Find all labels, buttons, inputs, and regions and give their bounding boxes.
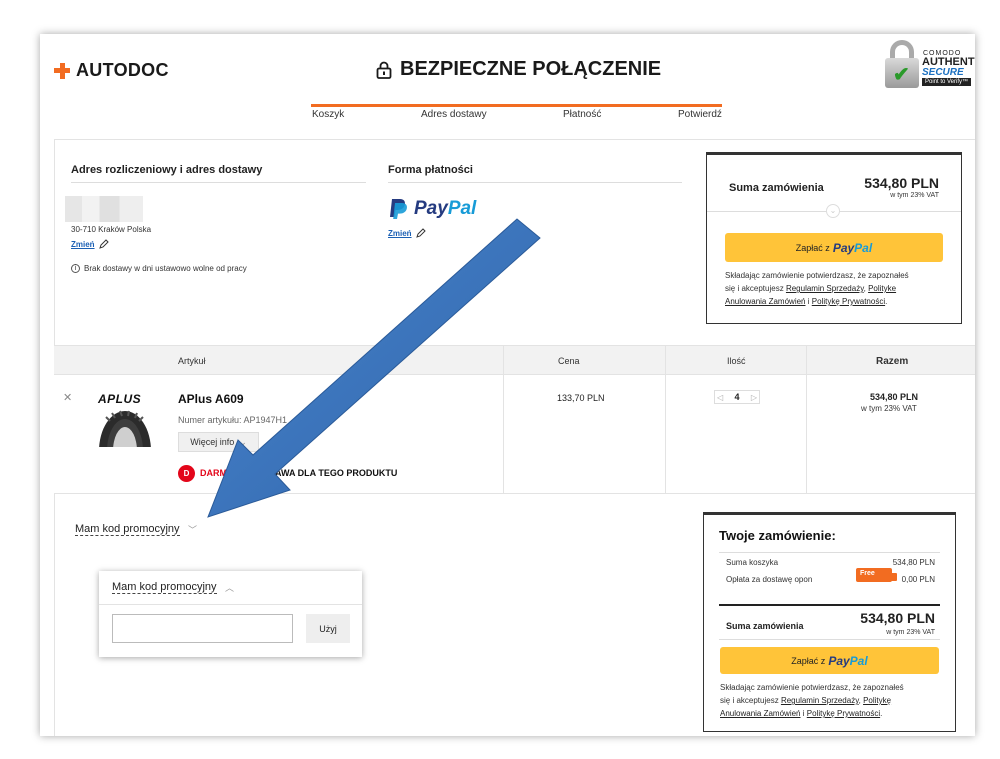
pencil-icon	[98, 239, 109, 249]
secure-connection-title: BEZPIECZNE POŁĄCZENIE	[376, 58, 661, 81]
pencil-icon	[415, 228, 426, 238]
chevron-down-icon[interactable]: ⌄	[826, 204, 840, 218]
cancellation-policy-link-cont[interactable]: Anulowania Zamówień	[725, 297, 806, 306]
address-heading: Adres rozliczeniowy i adres dostawy	[71, 164, 263, 176]
row-total: 534,80 PLN	[869, 392, 919, 402]
more-info-button[interactable]: Więcej info ⌄	[178, 432, 259, 452]
col-price: Cena	[558, 356, 580, 366]
order-summary-box: Suma zamówienia 534,80 PLN w tym 23% VAT…	[706, 152, 962, 324]
cart-sum-value: 534,80 PLN	[892, 558, 935, 567]
address-city: 30-710 Kraków Polska	[71, 225, 152, 234]
paypal-pay-button[interactable]: Zapłać z PayPal	[725, 233, 943, 262]
cart-table-header: Artykuł Cena Ilość Razem	[54, 345, 975, 375]
tyre-image	[99, 410, 151, 447]
logo-text: AUTODOC	[76, 60, 169, 80]
paypal-logo: PayPal	[388, 198, 476, 220]
privacy-policy-link[interactable]: Politykę Prywatności	[812, 297, 885, 306]
apply-promo-button[interactable]: Użyj	[306, 614, 350, 643]
quantity-stepper[interactable]: ◁ 4 ▷	[714, 390, 760, 404]
privacy-policy-link[interactable]: Politykę Prywatności	[807, 709, 880, 718]
shipping-value: 0,00 PLN	[901, 575, 935, 584]
your-order-box: Twoje zamówienie: Suma koszyka 534,80 PL…	[703, 512, 956, 732]
promo-code-toggle[interactable]: Mam kod promocyjny	[75, 523, 180, 536]
terms-text-bottom: Składając zamówienie potwierdzasz, że za…	[720, 683, 904, 718]
checkmark-icon: ✔	[893, 64, 910, 86]
terms-link[interactable]: Regulamin Sprzedaży	[781, 696, 859, 705]
cancellation-policy-link[interactable]: Politykę	[863, 696, 891, 705]
promo-code-input[interactable]	[112, 614, 293, 643]
product-title[interactable]: APlus A609	[178, 392, 244, 406]
col-article: Artykuł	[178, 356, 206, 366]
plus-icon	[54, 62, 70, 79]
padlock-icon	[376, 61, 392, 79]
increase-icon[interactable]: ▷	[751, 393, 757, 402]
decrease-icon[interactable]: ◁	[717, 393, 723, 402]
chevron-down-icon[interactable]: ﹀	[188, 523, 197, 536]
product-sku: Numer artykułu: AP1947H1	[178, 415, 288, 425]
free-delivery-icon: D	[178, 465, 195, 482]
cancellation-policy-link[interactable]: Polityke	[868, 284, 896, 293]
payment-heading: Forma płatności	[388, 164, 473, 176]
brand-logo: APLUS	[98, 392, 142, 406]
terms-link[interactable]: Regulamin Sprzedaży	[786, 284, 864, 293]
step-cart[interactable]: Koszyk	[312, 109, 344, 120]
paypal-pay-button-bottom[interactable]: Zapłać z PayPal	[720, 647, 939, 674]
change-payment-link[interactable]: Zmień	[388, 228, 426, 238]
checkout-page: AUTODOC BEZPIECZNE POŁĄCZENIE ✔ COMODO A…	[40, 34, 975, 736]
quantity-value: 4	[734, 392, 740, 402]
order-total-value: 534,80 PLN	[860, 610, 935, 626]
blurred-address	[65, 196, 143, 222]
free-delivery-truck-icon: Free	[856, 568, 897, 582]
free-delivery-text: DARMOWA DOSTAWA DLA TEGO PRODUKTU	[200, 468, 398, 478]
chevron-down-icon: ⌄	[239, 436, 247, 447]
progress-bar	[311, 104, 722, 107]
col-total: Razem	[876, 356, 909, 367]
step-confirm[interactable]: Potwierdź	[678, 109, 722, 120]
divider	[54, 139, 975, 140]
unit-price: 133,70 PLN	[557, 393, 605, 403]
terms-text: Składając zamówienie potwierdzasz, że za…	[725, 271, 909, 306]
cancellation-policy-link-cont[interactable]: Anulowania Zamówień	[720, 709, 801, 718]
chevron-up-icon[interactable]: ︿	[225, 581, 234, 594]
promo-code-popup: Mam kod promocyjny ︿ Użyj	[99, 571, 362, 657]
step-delivery-address[interactable]: Adres dostawy	[421, 109, 487, 120]
col-quantity: Ilość	[727, 356, 746, 366]
step-payment[interactable]: Płatność	[563, 109, 601, 120]
comodo-secure-seal[interactable]: ✔ COMODO AUTHENTIC SECURE Point to Verif…	[885, 36, 975, 96]
order-heading: Twoje zamówienie:	[719, 528, 836, 543]
paypal-icon	[390, 199, 407, 219]
summary-amount: 534,80 PLN	[864, 175, 939, 191]
row-total-vat: w tym 23% VAT	[861, 404, 917, 413]
change-address-link[interactable]: Zmień	[71, 239, 109, 249]
promo-popup-title[interactable]: Mam kod promocyjny	[112, 581, 217, 594]
remove-item-icon[interactable]: ✕	[63, 391, 72, 404]
delivery-info: i Brak dostawy w dni ustawowo wolne od p…	[71, 264, 247, 273]
info-icon: i	[71, 264, 80, 273]
autodoc-logo[interactable]: AUTODOC	[54, 60, 169, 81]
